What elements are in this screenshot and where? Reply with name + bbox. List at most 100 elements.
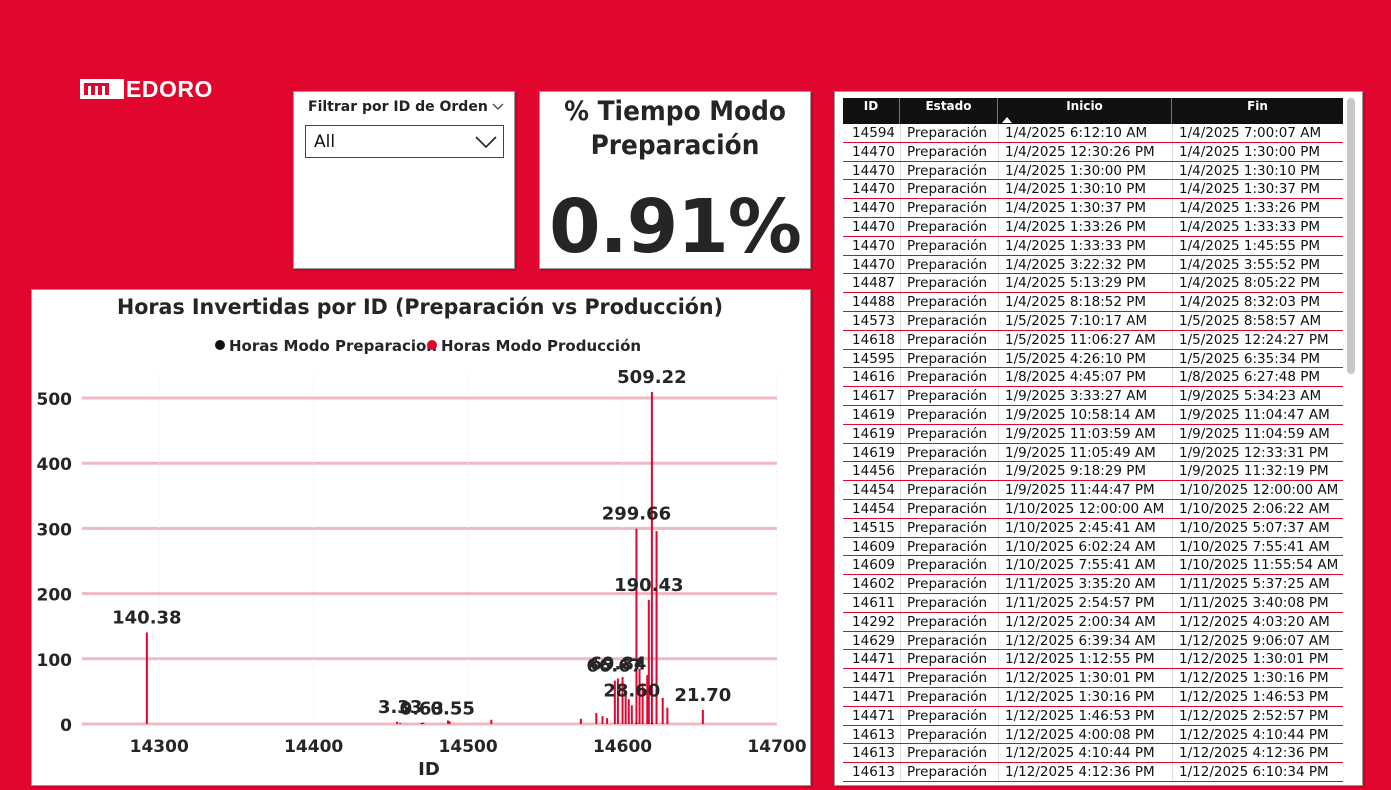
table-row[interactable]: 14573 Preparación 1/5/2025 7:10:17 AM 1/5/2… [843,311,1343,331]
y-tick-label: 100 [37,651,73,671]
table-row[interactable]: 14471 Preparación 1/12/2025 1:30:01 PM 1/12… [843,669,1343,688]
table-row[interactable]: 14619 Preparación 1/9/2025 11:03:59 AM 1/9/… [843,424,1343,444]
bar[interactable] [145,632,148,724]
table-row[interactable]: 14488 Preparación 1/4/2025 8:18:52 PM 1/4/2… [843,293,1343,312]
dropdown-selected-value: All [314,131,336,152]
table-row[interactable]: 14471 Preparación 1/12/2025 1:12:55 PM 1/12… [843,650,1343,670]
bar[interactable] [666,707,669,724]
cell-estado: Preparación [900,142,998,161]
brand-logo: EDORO [80,76,213,102]
table-row[interactable]: 14617 Preparación 1/9/2025 3:33:27 AM 1/9/2… [843,387,1343,406]
table-row[interactable]: 14454 Preparación 1/10/2025 12:00:00 AM 1/1… [843,499,1343,519]
bar[interactable] [650,723,653,724]
chart-title: Horas Invertidas por ID (Preparación vs … [117,295,723,319]
cell-inicio: 1/4/2025 1:33:33 PM [998,236,1172,255]
bar[interactable] [396,721,399,724]
table-row[interactable]: 14456 Preparación 1/9/2025 9:18:29 PM 1/9/2… [843,462,1343,482]
table-row[interactable]: 14487 Preparación 1/4/2025 5:13:29 PM 1/4/2… [843,274,1343,294]
bar[interactable] [627,699,630,724]
table-row[interactable]: 14470 Preparación 1/4/2025 1:30:37 PM 1/4/2… [843,199,1343,218]
table-row[interactable]: 14454 Preparación 1/9/2025 11:44:47 PM 1/10… [843,481,1343,500]
bar[interactable] [647,599,650,724]
column-header-inicio-label: Inicio [1066,99,1103,113]
bar[interactable] [635,723,638,724]
cell-id: 14617 [852,388,895,405]
bar[interactable] [601,716,604,724]
cell-fin: 1/12/2025 1:30:16 PM [1172,669,1343,687]
cell-estado: Preparación [900,481,998,499]
table-row[interactable]: 14470 Preparación 1/4/2025 1:33:26 PM 1/4/2… [843,217,1343,237]
table-row[interactable]: 14471 Preparación 1/12/2025 1:30:16 PM 1/12… [843,687,1343,707]
table-row[interactable]: 14616 Preparación 1/8/2025 4:45:07 PM 1/8/2… [843,368,1343,388]
table-row[interactable]: 14470 Preparación 1/4/2025 1:30:10 PM 1/4/2… [843,180,1343,200]
table-row[interactable]: 14515 Preparación 1/10/2025 2:45:41 AM 1/10… [843,518,1343,538]
logo-mark-icon [80,79,124,99]
cell-fin: 1/5/2025 8:58:57 AM [1172,311,1343,330]
table-row[interactable]: 14613 Preparación 1/12/2025 4:10:44 PM 1/12… [843,744,1343,764]
cell-inicio: 1/12/2025 4:12:36 PM [998,763,1172,781]
column-header-fin[interactable]: Fin [1172,98,1343,124]
chevron-down-icon[interactable] [492,101,504,113]
table-row[interactable]: 14471 Preparación 1/12/2025 1:46:53 PM 1/12… [843,706,1343,726]
cell-id: 14609 [852,557,895,574]
cell-inicio: 1/5/2025 4:26:10 PM [998,349,1172,368]
table-row[interactable]: 14470 Preparación 1/4/2025 1:30:00 PM 1/4/2… [843,161,1343,181]
cell-inicio: 1/12/2025 1:46:53 PM [998,706,1172,725]
cell-fin: 1/10/2025 7:55:41 AM [1172,537,1343,556]
cell-estado: Preparación [900,763,998,781]
cell-id: 14470 [852,218,895,235]
bar[interactable] [448,721,451,724]
table-row[interactable]: 14618 Preparación 1/5/2025 11:06:27 AM 1/5/… [843,330,1343,350]
y-tick-label: 200 [37,586,73,606]
table-row[interactable]: 14609 Preparación 1/10/2025 7:55:41 AM 1/10… [843,556,1343,576]
bar[interactable] [595,712,598,724]
bar[interactable] [606,718,609,724]
y-tick-label: 400 [37,455,73,475]
cell-inicio: 1/8/2025 4:45:07 PM [998,368,1172,387]
data-label: 69.84 [589,653,646,674]
bar[interactable] [490,719,493,724]
table-row[interactable]: 14292 Preparación 1/12/2025 2:00:34 AM 1/12… [843,612,1343,632]
cell-fin: 1/5/2025 12:24:27 PM [1172,330,1343,349]
table-row[interactable]: 14470 Preparación 1/4/2025 1:33:33 PM 1/4/2… [843,236,1343,256]
kpi-title-line1: % Tiempo Modo [564,96,786,127]
cell-id: 14602 [852,576,895,593]
column-header-id[interactable]: ID [843,98,900,124]
order-id-dropdown[interactable]: All [305,125,504,158]
legend-item[interactable]: Horas Modo Producción [427,337,641,355]
cell-inicio: 1/9/2025 3:33:27 AM [998,387,1172,405]
table-row[interactable]: 14611 Preparación 1/11/2025 2:54:57 PM 1/11… [843,593,1343,613]
cell-id: 14470 [852,256,895,273]
cell-inicio: 1/10/2025 2:45:41 AM [998,518,1172,537]
y-tick-label: 300 [37,520,73,540]
bar[interactable] [399,723,402,724]
table-row[interactable]: 14470 Preparación 1/4/2025 3:22:32 PM 1/4/2… [843,255,1343,275]
cell-fin: 1/12/2025 9:06:07 AM [1172,631,1343,650]
table-row[interactable]: 14619 Preparación 1/9/2025 10:58:14 AM 1/9/… [843,405,1343,425]
bar[interactable] [630,705,633,724]
bar[interactable] [661,697,664,724]
bar[interactable] [701,709,704,724]
cell-inicio: 1/9/2025 9:18:29 PM [998,462,1172,481]
column-header-estado[interactable]: Estado [900,98,998,124]
table-row[interactable]: 14594 Preparación 1/4/2025 6:12:10 AM 1/4/2… [843,124,1343,143]
column-header-inicio[interactable]: Inicio [998,98,1172,124]
table-row[interactable]: 14470 Preparación 1/4/2025 12:30:26 PM 1/4/… [843,142,1343,162]
table-row[interactable]: 14629 Preparación 1/12/2025 6:39:34 AM 1/12… [843,631,1343,651]
cell-estado: Preparación [900,650,998,669]
cell-inicio: 1/4/2025 1:30:37 PM [998,199,1172,217]
table-row[interactable]: 14602 Preparación 1/11/2025 3:35:20 AM 1/11… [843,575,1343,594]
table-scrollbar[interactable] [1347,98,1355,374]
cell-fin: 1/4/2025 1:30:10 PM [1172,161,1343,180]
bar[interactable] [420,723,423,724]
legend-item[interactable]: Horas Modo Preparacion [215,337,437,355]
bar[interactable] [579,718,582,724]
table-row[interactable]: 14609 Preparación 1/10/2025 6:02:24 AM 1/10… [843,537,1343,557]
bar[interactable] [650,392,653,724]
table-row[interactable]: 14613 Preparación 1/12/2025 4:12:36 PM 1/12… [843,763,1343,782]
table-row[interactable]: 14613 Preparación 1/12/2025 4:00:08 PM 1/12… [843,725,1343,745]
table-row[interactable]: 14619 Preparación 1/9/2025 11:05:49 AM 1/9/… [843,443,1343,463]
cell-inicio: 1/9/2025 11:03:59 AM [998,424,1172,443]
table-row[interactable]: 14595 Preparación 1/5/2025 4:26:10 PM 1/5/2… [843,349,1343,369]
legend-label: Horas Modo Producción [441,337,641,355]
